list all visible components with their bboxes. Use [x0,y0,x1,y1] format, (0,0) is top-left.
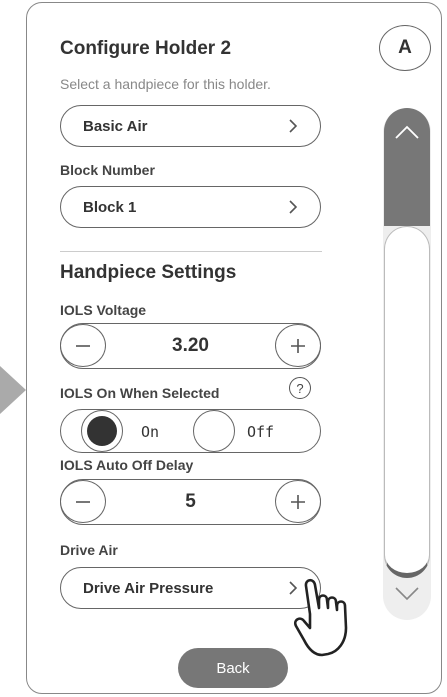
scroll-down-button[interactable] [384,586,430,614]
back-button[interactable]: Back [178,648,288,688]
iols-voltage-increment-button[interactable] [275,324,321,367]
drive-air-label: Drive Air [60,542,118,558]
block-number-label: Block Number [60,162,155,178]
avatar-button[interactable]: A [379,25,431,71]
chevron-right-icon [289,119,298,133]
auto-off-delay-increment-button[interactable] [275,480,321,523]
radio-selected-dot [87,416,117,446]
iols-on-radio[interactable] [81,410,123,452]
handpiece-select-value: Basic Air [83,117,148,135]
previous-arrow-indicator [0,366,26,414]
iols-auto-off-delay-label: IOLS Auto Off Delay [60,457,194,473]
section-divider [60,251,322,252]
chevron-right-icon [289,200,298,214]
iols-auto-off-delay-stepper: 5 [60,479,321,525]
plus-icon [291,338,305,353]
scroll-up-button[interactable] [384,108,430,226]
block-number-select[interactable]: Block 1 [60,186,321,228]
handpiece-settings-title: Handpiece Settings [60,262,237,283]
drive-air-select-value: Drive Air Pressure [83,579,214,597]
iols-on-radio-label: On [141,423,160,441]
iols-off-radio[interactable] [193,410,235,452]
plus-icon [291,494,305,509]
iols-on-when-selected-toggle: On Off [60,409,321,453]
page-title: Configure Holder 2 [60,38,232,59]
handpiece-select[interactable]: Basic Air [60,105,321,147]
chevron-down-icon [395,587,419,601]
hand-pointer-icon [294,578,348,657]
iols-on-when-selected-label: IOLS On When Selected [60,385,220,401]
scrollbar-thumb[interactable] [384,226,430,578]
help-icon[interactable]: ? [289,377,311,399]
avatar-label: A [398,37,412,58]
drive-air-select[interactable]: Drive Air Pressure [60,567,321,609]
iols-off-radio-label: Off [247,423,275,441]
page-subtitle: Select a handpiece for this holder. [60,76,271,92]
iols-voltage-label: IOLS Voltage [60,302,147,318]
iols-voltage-stepper: 3.20 [60,323,321,369]
block-number-select-value: Block 1 [83,198,137,216]
chevron-up-icon [395,125,419,139]
